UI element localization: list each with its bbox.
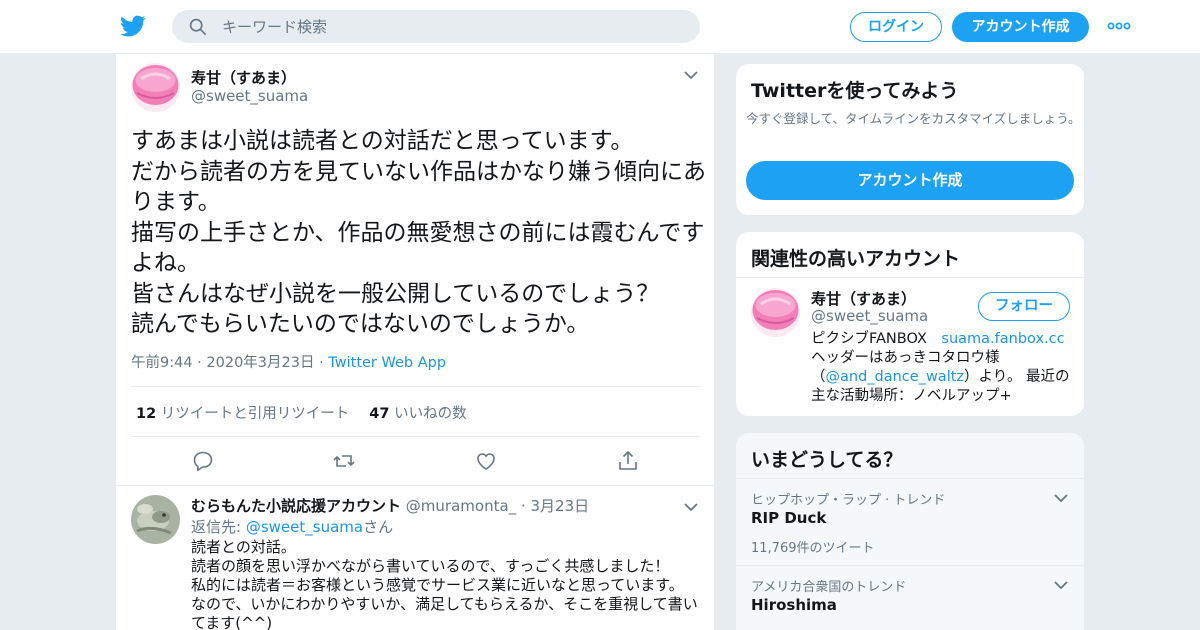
reply-icon[interactable]	[191, 449, 215, 473]
related-accounts-title: 関連性の高いアカウント	[751, 248, 961, 270]
divider	[131, 386, 700, 387]
related-account-bio: ピクシブFANBOX suama.fanbox.cc ヘッダーはあっきコタロウ様…	[811, 330, 1076, 406]
avatar[interactable]	[131, 63, 180, 112]
reply-separator: ·	[520, 497, 526, 515]
tweet-actions	[116, 449, 714, 473]
trend-context: ヒップホップ・ラップ · トレンド	[751, 493, 946, 508]
trend-name: RIP Duck	[751, 509, 827, 527]
avatar[interactable]	[131, 495, 180, 544]
bio-link-mention[interactable]: @and_dance_waltz	[826, 369, 965, 385]
trends-card: いまどうしてる？ ヒップホップ・ラップ · トレンド RIP Duck 11,7…	[735, 432, 1085, 630]
trend-tweet-count: 11,769件のツイート	[751, 541, 875, 556]
chevron-down-icon[interactable]	[684, 502, 698, 512]
tweet-time: 午前9:44	[131, 355, 193, 371]
reply-to: 返信先: @sweet_suamaさん	[191, 516, 393, 537]
bio-text: ピクシブFANBOX	[811, 331, 942, 347]
signup-card-subtitle: 今すぐ登録して、タイムラインをカスタマイズしましょう。	[746, 111, 1081, 126]
tweet-author-handle[interactable]: @sweet_suama	[191, 87, 308, 105]
login-button[interactable]: ログイン	[850, 12, 942, 42]
divider	[116, 485, 714, 486]
pink-macaron-avatar-image	[131, 63, 180, 112]
reply-author-name[interactable]: むらもんた小説応援アカウント	[191, 497, 401, 515]
tweet-date: 2020年3月23日	[206, 355, 315, 371]
signup-card-title: Twitterを使ってみよう	[751, 80, 959, 102]
tweet-text: すあまは小説は読者との対話だと思っています。 だから読者の方を見ていない作品はか…	[131, 128, 706, 337]
share-icon[interactable]	[616, 449, 640, 473]
reply-text: 読者との対話。 読者の顔を思い浮かべながら書いているので、すっごく共感しました！…	[191, 538, 698, 630]
search-icon	[189, 18, 207, 36]
trend-context: アメリカ合衆国のトレンド	[751, 580, 907, 595]
follow-button[interactable]: フォロー	[978, 292, 1070, 321]
lizard-avatar-image	[131, 495, 180, 544]
reply-to-mention[interactable]: @sweet_suama	[246, 518, 363, 536]
like-heart-icon[interactable]	[474, 449, 498, 473]
related-account-name[interactable]: 寿甘（すあま）	[811, 288, 916, 309]
trends-title: いまどうしてる？	[751, 449, 903, 471]
main-column: 寿甘（すあま） @sweet_suama すあまは小説は読者との対話だと思ってい…	[115, 54, 715, 630]
reply-header: むらもんた小説応援アカウント @muramonta_ · 3月23日	[191, 495, 589, 516]
related-account-handle[interactable]: @sweet_suama	[811, 307, 928, 325]
reply-to-suffix: さん	[363, 518, 394, 536]
like-label: いいねの数	[394, 406, 467, 422]
trend-name: Hiroshima	[751, 596, 837, 614]
reply-to-prefix: 返信先:	[191, 518, 246, 536]
retweet-count: 12	[136, 406, 157, 422]
trend-item[interactable]: アメリカ合衆国のトレンド Hiroshima	[736, 565, 1084, 630]
bio-link-fanbox[interactable]: suama.fanbox.cc	[941, 331, 1064, 347]
chevron-down-icon[interactable]	[1054, 493, 1068, 503]
retweet-stat[interactable]: 12 リツイートと引用リツイート	[136, 406, 349, 422]
like-count: 47	[369, 406, 390, 422]
retweet-label: リツイートと引用リツイート	[160, 406, 350, 422]
related-accounts-card: 関連性の高いアカウント 寿甘（すあま） @sweet_suama フォロー ピク…	[735, 231, 1085, 417]
signup-button[interactable]: アカウント作成	[952, 12, 1089, 42]
chevron-down-icon[interactable]	[1054, 580, 1068, 590]
retweet-icon[interactable]	[332, 449, 356, 473]
top-bar: ログイン アカウント作成	[0, 0, 1200, 54]
pink-macaron-avatar-image	[751, 288, 800, 337]
divider	[131, 436, 700, 437]
chevron-down-icon[interactable]	[684, 70, 698, 80]
more-options-icon[interactable]	[1107, 20, 1131, 32]
signup-card-button[interactable]: アカウント作成	[746, 161, 1074, 200]
signup-card: Twitterを使ってみよう 今すぐ登録して、タイムラインをカスタマイズしましょ…	[735, 63, 1085, 216]
search-input[interactable]	[222, 10, 682, 43]
tweet-timestamp[interactable]: 午前9:44 · 2020年3月23日 · Twitter Web App	[131, 351, 446, 372]
divider	[736, 277, 1084, 278]
twitter-logo-icon[interactable]	[119, 13, 147, 39]
like-stat[interactable]: 47 いいねの数	[369, 406, 466, 422]
avatar[interactable]	[751, 288, 800, 337]
tweet-stats: 12 リツイートと引用リツイート 47 いいねの数	[136, 402, 467, 423]
tweet-source-link[interactable]: Twitter Web App	[328, 355, 446, 371]
reply-author-handle[interactable]: @muramonta_	[406, 497, 516, 515]
tweet-author-name[interactable]: 寿甘（すあま）	[191, 67, 296, 88]
trend-item[interactable]: ヒップホップ・ラップ · トレンド RIP Duck 11,769件のツイート	[736, 478, 1084, 565]
search-bar	[172, 10, 700, 43]
reply-date[interactable]: 3月23日	[531, 497, 590, 515]
